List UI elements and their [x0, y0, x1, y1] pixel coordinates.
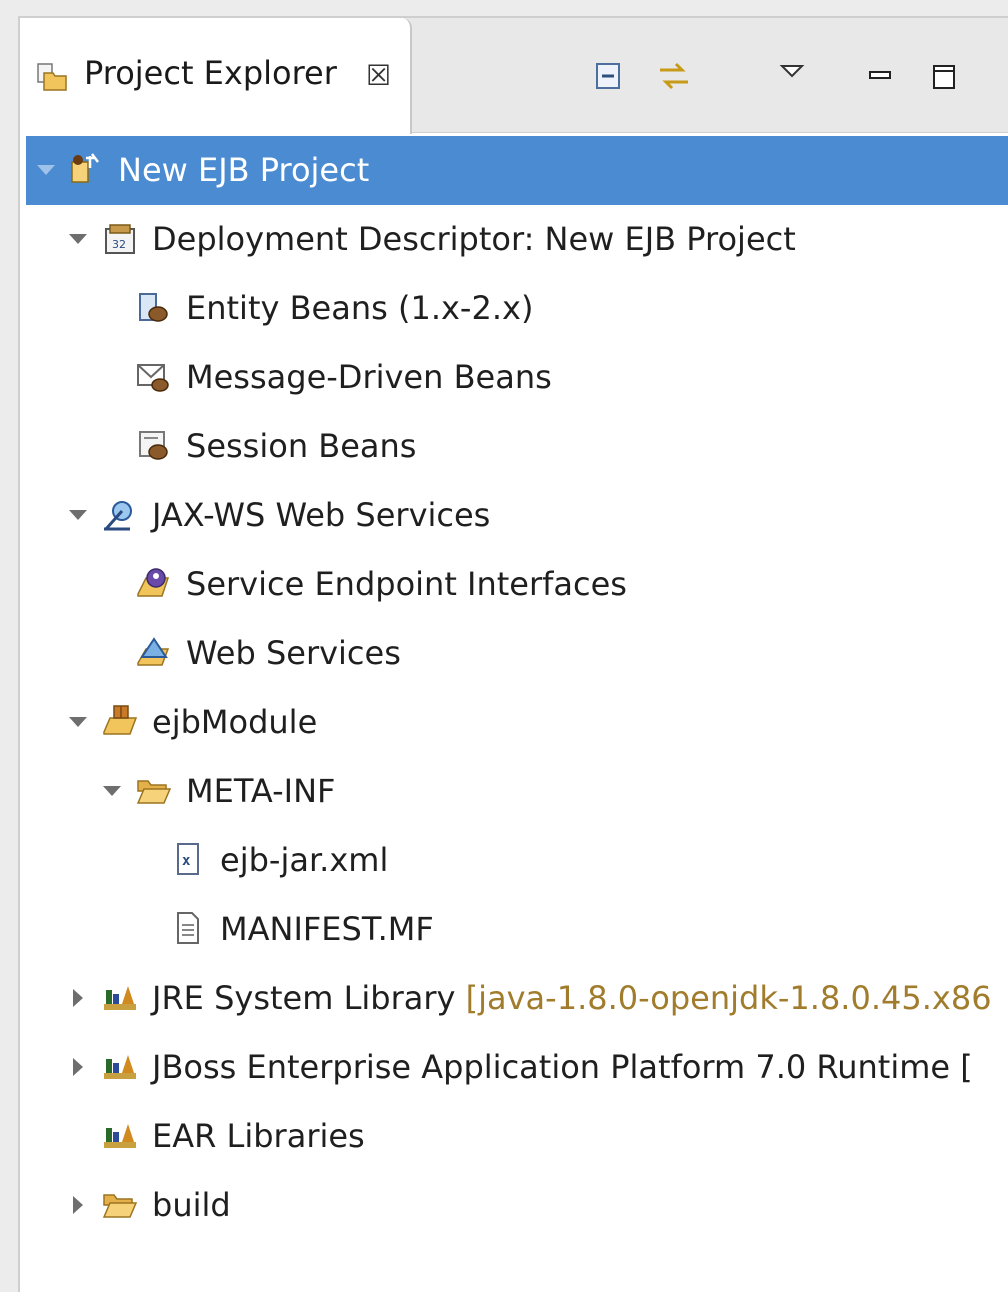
tree-item-jre-system-library[interactable]: JRE System Library [java-1.8.0-openjdk-1…	[26, 964, 1008, 1033]
view-tab-bar: Project Explorer ☒	[20, 18, 1008, 134]
text-file-icon	[177, 912, 199, 944]
collapse-all-icon[interactable]	[588, 56, 628, 96]
tree-item-label: Session Beans	[186, 427, 417, 465]
expand-arrow-icon[interactable]	[34, 158, 58, 182]
service-endpoint-icon	[137, 568, 170, 597]
tree-item-label: Entity Beans (1.x-2.x)	[186, 289, 534, 327]
tab-project-explorer[interactable]: Project Explorer ☒	[20, 18, 412, 134]
tree-item-message-driven-beans[interactable]: Message-Driven Beans	[26, 343, 1008, 412]
tree-item-label: JAX-WS Web Services	[152, 496, 491, 534]
folder-open-icon	[136, 780, 172, 804]
tree-item-jboss-runtime[interactable]: JBoss Enterprise Application Platform 7.…	[26, 1033, 1008, 1102]
collapsed-arrow-icon[interactable]	[66, 986, 90, 1010]
tree-item-web-services[interactable]: Web Services	[26, 619, 1008, 688]
library-decoration: [java-1.8.0-openjdk-1.8.0.45.x86	[465, 979, 992, 1017]
tree-item-label: JRE System Library [java-1.8.0-openjdk-1…	[152, 978, 992, 1018]
tab-title: Project Explorer	[84, 54, 337, 92]
session-beans-icon	[139, 431, 168, 460]
tree-item-label: JBoss Enterprise Application Platform 7.…	[152, 1048, 973, 1086]
expand-arrow-icon[interactable]	[66, 710, 90, 734]
project-explorer-view: Project Explorer ☒ New EJB Project 32 De…	[18, 16, 1008, 1292]
xml-file-icon: x	[177, 843, 199, 875]
tree-item-label: Message-Driven Beans	[186, 358, 552, 396]
tree-item-entity-beans[interactable]: Entity Beans (1.x-2.x)	[26, 274, 1008, 343]
tree-item-label: ejb-jar.xml	[220, 841, 389, 879]
tree-item-manifest-mf[interactable]: MANIFEST.MF	[26, 895, 1008, 964]
link-with-editor-icon[interactable]	[654, 56, 694, 96]
expand-arrow-icon[interactable]	[66, 227, 90, 251]
web-services-icon	[137, 637, 170, 666]
ejb-project-icon	[71, 153, 99, 183]
tree-item-label: META-INF	[186, 772, 336, 810]
view-menu-icon[interactable]	[772, 56, 812, 96]
collapsed-arrow-icon[interactable]	[66, 1193, 90, 1217]
close-icon[interactable]: ☒	[366, 56, 391, 96]
tree-item-label: MANIFEST.MF	[220, 910, 434, 948]
svg-text:32: 32	[112, 238, 126, 251]
tree-item-label: EAR Libraries	[152, 1117, 365, 1155]
maximize-icon[interactable]	[924, 56, 964, 96]
tree-item-session-beans[interactable]: Session Beans	[26, 412, 1008, 481]
tree-item-build[interactable]: build	[26, 1171, 1008, 1240]
tree-item-label: Service Endpoint Interfaces	[186, 565, 627, 603]
library-icon	[104, 1124, 136, 1148]
tree-item-ejbmodule[interactable]: ejbModule	[26, 688, 1008, 757]
jax-ws-icon	[104, 501, 132, 531]
folder-icon	[102, 1194, 138, 1218]
tree-item-label: ejbModule	[152, 703, 318, 741]
library-icon	[104, 986, 136, 1010]
tree-item-label: New EJB Project	[118, 151, 370, 189]
tree-item-new-ejb-project[interactable]: New EJB Project	[26, 136, 1008, 205]
entity-beans-icon	[139, 293, 168, 322]
tree-item-deployment-descriptor[interactable]: 32 Deployment Descriptor: New EJB Projec…	[26, 205, 1008, 274]
tree-item-label: build	[152, 1186, 231, 1224]
tree-item-label: Web Services	[186, 634, 401, 672]
collapsed-arrow-icon[interactable]	[66, 1055, 90, 1079]
expand-arrow-icon[interactable]	[66, 503, 90, 527]
svg-text:x: x	[182, 853, 191, 869]
tree-item-ejb-jar-xml[interactable]: x ejb-jar.xml	[26, 826, 1008, 895]
source-folder-icon	[103, 705, 138, 735]
tree-item-service-endpoint-interfaces[interactable]: Service Endpoint Interfaces	[26, 550, 1008, 619]
library-name: JRE System Library	[152, 979, 456, 1017]
tree-item-label: Deployment Descriptor: New EJB Project	[152, 220, 796, 258]
expand-arrow-icon[interactable]	[100, 779, 124, 803]
library-icon	[104, 1055, 136, 1079]
project-explorer-icon	[37, 63, 67, 91]
tree-item-meta-inf[interactable]: META-INF	[26, 757, 1008, 826]
deployment-descriptor-icon: 32	[105, 224, 135, 254]
message-driven-beans-icon	[137, 364, 169, 392]
tree-item-ear-libraries[interactable]: EAR Libraries	[26, 1102, 1008, 1171]
minimize-icon[interactable]	[860, 56, 900, 96]
tree-item-jax-ws-web-services[interactable]: JAX-WS Web Services	[26, 481, 1008, 550]
project-tree: New EJB Project 32 Deployment Descriptor…	[26, 136, 1008, 1240]
